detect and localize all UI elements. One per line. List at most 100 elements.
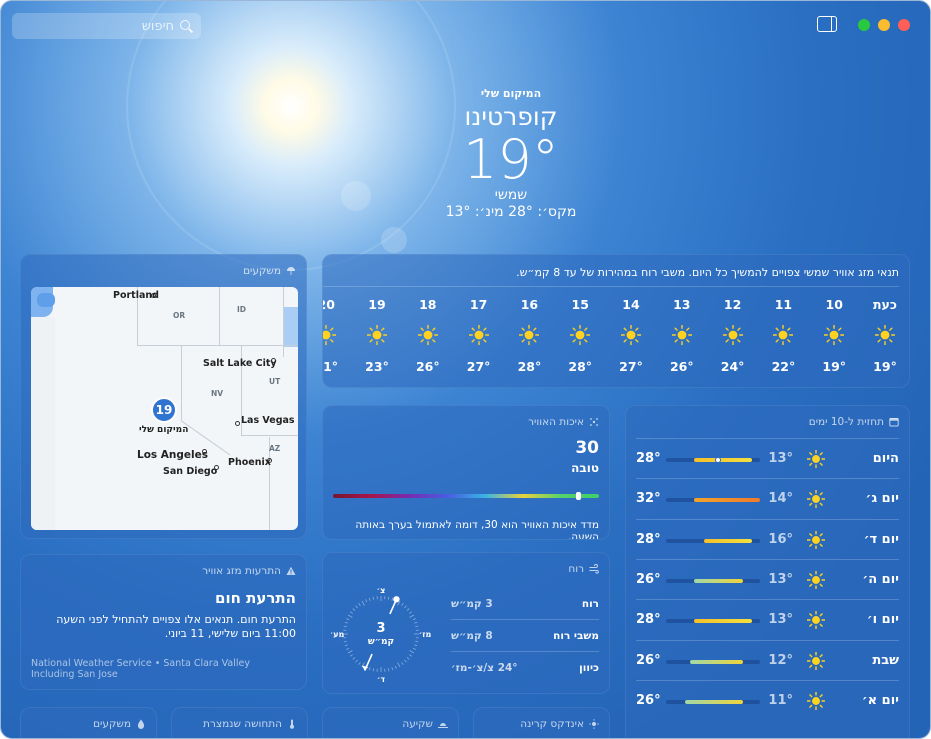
close-button[interactable]	[898, 19, 910, 31]
state-label-ut: UT	[269, 377, 281, 386]
sun-icon	[589, 719, 599, 729]
sun-icon	[806, 651, 826, 674]
sidebar-toggle-icon[interactable]	[817, 16, 837, 32]
low-temp: 14°	[768, 491, 793, 507]
sun-icon	[874, 324, 896, 347]
hour-temp: 19°	[822, 359, 847, 374]
umbrella-icon	[286, 266, 296, 276]
current-temp: 19°	[463, 128, 559, 191]
hour-label: 12	[723, 297, 742, 312]
hourly-forecast-card[interactable]: תנאי מזג אוויר שמשי צפויים להמשיך כל היו…	[322, 254, 910, 388]
hour-column: 17 27°	[459, 297, 499, 374]
location-label: המיקום שלי	[480, 87, 542, 100]
temp-range-bar	[666, 619, 760, 624]
card-title: איכות האוויר	[528, 416, 599, 428]
wind-key: כיוון	[579, 662, 599, 674]
temp-range-fill	[703, 538, 753, 543]
city-dot	[235, 421, 240, 426]
hourly-summary: תנאי מזג אוויר שמשי צפויים להמשיך כל היו…	[516, 266, 899, 279]
precipitation-map-card[interactable]: משקעים OR ID NV UT AZ Portland Salt Lake	[20, 254, 307, 539]
state-border	[241, 435, 298, 436]
card-title: משקעים	[93, 718, 146, 730]
day-name: יום ו׳	[866, 612, 899, 628]
city-name: קופרטינו	[464, 102, 558, 131]
feels-like-card[interactable]: התחושה שנמצרת	[171, 707, 308, 738]
hour-temp: 28°	[517, 359, 542, 374]
wind-value: 8 קמ״ש	[451, 630, 493, 642]
temp-range-fill	[694, 578, 744, 583]
alert-headline: התרעת חום	[215, 589, 296, 607]
aq-description: מדד איכות האוויר הוא 30, דומה לאתמול בער…	[355, 519, 599, 540]
high-temp: 28°	[636, 531, 661, 547]
aq-value: 30	[575, 438, 599, 458]
day-name: יום ד׳	[863, 531, 899, 547]
high-temp: 28°	[636, 612, 661, 628]
hour-temp: 21°	[323, 359, 339, 374]
tenday-title: תחזית ל-10 ימים	[808, 416, 884, 428]
alerts-title: התרעות מזג אוויר	[202, 565, 281, 577]
my-location-pin[interactable]: 19	[151, 397, 177, 423]
wind-speed: 3	[376, 621, 385, 636]
state-label-az: AZ	[269, 444, 281, 453]
my-location-label: המיקום שלי	[139, 425, 189, 435]
hi-lo: מקס׳: 28° מינ׳: 13°	[445, 204, 577, 220]
wind-title: רוח	[568, 563, 584, 575]
card-title: רוח	[568, 563, 599, 575]
day-name: יום ה׳	[862, 571, 899, 587]
ten-day-forecast-card[interactable]: תחזית ל-10 ימים היום 13° 28° יום ג׳ 14° 3…	[625, 405, 910, 738]
compass-north: צ׳	[377, 586, 386, 595]
hour-label: 15	[571, 297, 589, 312]
day-row[interactable]: יום ד׳ 16° 28°	[636, 518, 899, 559]
hour-column: 13 26°	[662, 297, 702, 374]
day-row[interactable]: יום ו׳ 13° 28°	[636, 599, 899, 639]
weather-alert-card[interactable]: התרעות מזג אוויר התרעת חום התרעת חום. תנ…	[20, 554, 307, 690]
low-temp: 11°	[768, 692, 793, 708]
uv-index-card[interactable]: אינדקס קרינה	[473, 707, 610, 738]
day-row[interactable]: יום ג׳ 14° 32°	[636, 478, 899, 518]
wind-row-gusts: משבי רוח 8 קמ״ש	[451, 620, 599, 652]
state-border	[181, 345, 182, 420]
aq-marker	[576, 492, 582, 500]
precipitation-card[interactable]: משקעים	[20, 707, 157, 738]
wind-key: משבי רוח	[553, 630, 599, 642]
high-temp: 32°	[636, 491, 661, 507]
temp-range-bar	[666, 659, 760, 664]
city-portland: Portland	[113, 290, 159, 301]
state-label-nv: NV	[211, 389, 224, 398]
day-row[interactable]: שבת 12° 26°	[636, 639, 899, 680]
zoom-button[interactable]	[858, 19, 870, 31]
sun-icon	[518, 324, 540, 347]
state-border	[283, 287, 284, 357]
sun-icon	[366, 324, 388, 347]
low-temp: 12°	[768, 652, 793, 668]
temp-range-fill	[694, 619, 753, 624]
hour-column: 19 23°	[357, 297, 397, 374]
aq-category: טובה	[571, 461, 599, 475]
card-title: אינדקס קרינה	[520, 718, 599, 730]
day-row[interactable]: יום א׳ 11° 26°	[636, 679, 899, 720]
thermometer-icon	[287, 719, 297, 729]
temp-range-fill	[689, 659, 744, 664]
high-temp: 26°	[636, 692, 661, 708]
minimize-button[interactable]	[878, 19, 890, 31]
precipitation-map[interactable]: OR ID NV UT AZ Portland Salt Lake City L…	[31, 287, 298, 530]
sun-icon	[772, 324, 794, 347]
raindrop-icon	[136, 719, 146, 729]
hour-label: 19	[368, 297, 386, 312]
wind-card[interactable]: רוח רוח 3 קמ״ש משבי רוח 8 קמ״ש כיוון 24°…	[322, 552, 610, 694]
day-row[interactable]: היום 13° 28°	[636, 438, 899, 478]
calendar-icon	[889, 417, 899, 427]
low-temp: 13°	[768, 612, 793, 628]
sunset-card[interactable]: שקיעה	[322, 707, 459, 738]
hour-temp: 26°	[415, 359, 440, 374]
card-title: משקעים	[243, 265, 296, 277]
sunset-title: שקיעה	[402, 718, 433, 730]
precipitation-title: משקעים	[93, 718, 131, 730]
day-row[interactable]: יום ה׳ 13° 26°	[636, 558, 899, 599]
city-phoenix: Phoenix	[228, 457, 271, 468]
ocean	[31, 317, 55, 530]
hour-label: 13	[673, 297, 691, 312]
air-quality-card[interactable]: איכות האוויר 30 טובה מדד איכות האוויר הו…	[322, 405, 610, 540]
search-field[interactable]: חיפוש	[12, 13, 201, 39]
warning-icon	[286, 566, 296, 576]
